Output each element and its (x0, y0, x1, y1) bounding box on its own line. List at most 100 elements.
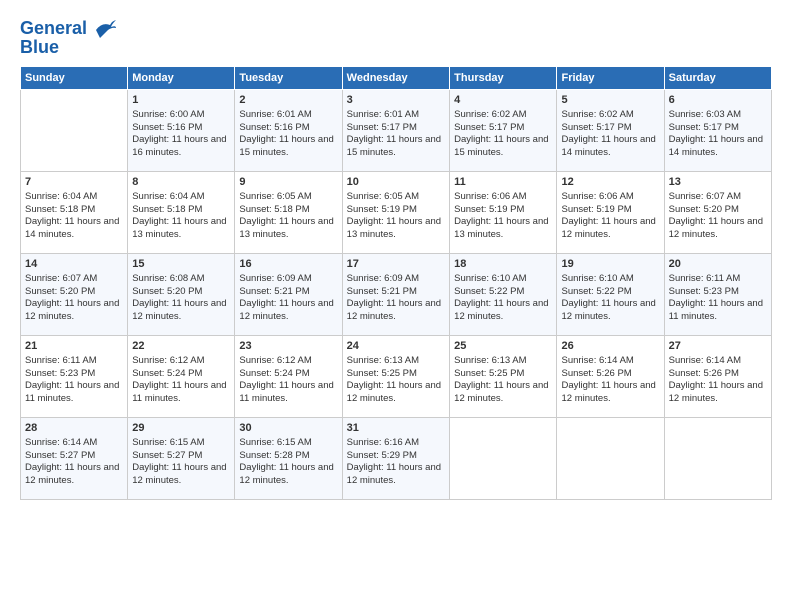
sunset: Sunset: 5:22 PM (561, 286, 631, 297)
calendar-cell: 29Sunrise: 6:15 AMSunset: 5:27 PMDayligh… (128, 418, 235, 500)
day-number: 4 (454, 93, 552, 108)
sunset: Sunset: 5:18 PM (239, 204, 309, 215)
sunrise: Sunrise: 6:14 AM (669, 355, 741, 366)
daylight: Daylight: 11 hours and 12 minutes. (561, 216, 655, 240)
daylight: Daylight: 11 hours and 12 minutes. (669, 216, 763, 240)
sunrise: Sunrise: 6:10 AM (561, 273, 633, 284)
day-number: 17 (347, 257, 445, 272)
sunrise: Sunrise: 6:02 AM (454, 109, 526, 120)
sunrise: Sunrise: 6:14 AM (561, 355, 633, 366)
calendar-cell: 7Sunrise: 6:04 AMSunset: 5:18 PMDaylight… (21, 172, 128, 254)
daylight: Daylight: 11 hours and 12 minutes. (454, 298, 548, 322)
calendar-cell: 2Sunrise: 6:01 AMSunset: 5:16 PMDaylight… (235, 90, 342, 172)
sunrise: Sunrise: 6:15 AM (132, 437, 204, 448)
daylight: Daylight: 11 hours and 12 minutes. (561, 380, 655, 404)
sunrise: Sunrise: 6:08 AM (132, 273, 204, 284)
daylight: Daylight: 11 hours and 12 minutes. (561, 298, 655, 322)
day-number: 15 (132, 257, 230, 272)
calendar-week-1: 1Sunrise: 6:00 AMSunset: 5:16 PMDaylight… (21, 90, 772, 172)
daylight: Daylight: 11 hours and 16 minutes. (132, 134, 226, 158)
sunrise: Sunrise: 6:03 AM (669, 109, 741, 120)
sunset: Sunset: 5:22 PM (454, 286, 524, 297)
calendar-cell: 26Sunrise: 6:14 AMSunset: 5:26 PMDayligh… (557, 336, 664, 418)
page-header: General Blue (20, 18, 772, 58)
calendar-cell: 11Sunrise: 6:06 AMSunset: 5:19 PMDayligh… (450, 172, 557, 254)
daylight: Daylight: 11 hours and 12 minutes. (132, 298, 226, 322)
calendar-cell: 24Sunrise: 6:13 AMSunset: 5:25 PMDayligh… (342, 336, 449, 418)
sunrise: Sunrise: 6:01 AM (347, 109, 419, 120)
sunrise: Sunrise: 6:10 AM (454, 273, 526, 284)
sunrise: Sunrise: 6:11 AM (669, 273, 741, 284)
calendar-cell: 13Sunrise: 6:07 AMSunset: 5:20 PMDayligh… (664, 172, 771, 254)
calendar-cell: 4Sunrise: 6:02 AMSunset: 5:17 PMDaylight… (450, 90, 557, 172)
calendar-week-2: 7Sunrise: 6:04 AMSunset: 5:18 PMDaylight… (21, 172, 772, 254)
day-number: 6 (669, 93, 767, 108)
calendar-header-row: SundayMondayTuesdayWednesdayThursdayFrid… (21, 67, 772, 90)
logo-blue: Blue (20, 37, 59, 58)
calendar-cell: 12Sunrise: 6:06 AMSunset: 5:19 PMDayligh… (557, 172, 664, 254)
day-number: 19 (561, 257, 659, 272)
sunrise: Sunrise: 6:12 AM (239, 355, 311, 366)
day-number: 27 (669, 339, 767, 354)
calendar-cell: 1Sunrise: 6:00 AMSunset: 5:16 PMDaylight… (128, 90, 235, 172)
daylight: Daylight: 11 hours and 12 minutes. (669, 380, 763, 404)
day-number: 7 (25, 175, 123, 190)
logo-text: General (20, 18, 116, 39)
sunset: Sunset: 5:16 PM (132, 122, 202, 133)
sunrise: Sunrise: 6:16 AM (347, 437, 419, 448)
daylight: Daylight: 11 hours and 13 minutes. (454, 216, 548, 240)
daylight: Daylight: 11 hours and 14 minutes. (25, 216, 119, 240)
sunset: Sunset: 5:19 PM (561, 204, 631, 215)
day-number: 21 (25, 339, 123, 354)
day-number: 3 (347, 93, 445, 108)
day-number: 9 (239, 175, 337, 190)
calendar-cell: 15Sunrise: 6:08 AM Sunset: 5:20 PMDayligh… (128, 254, 235, 336)
calendar-cell: 9Sunrise: 6:05 AMSunset: 5:18 PMDaylight… (235, 172, 342, 254)
daylight: Daylight: 11 hours and 12 minutes. (347, 462, 441, 486)
day-number: 10 (347, 175, 445, 190)
daylight: Daylight: 11 hours and 12 minutes. (25, 462, 119, 486)
day-number: 18 (454, 257, 552, 272)
sunrise: Sunrise: 6:05 AM (239, 191, 311, 202)
calendar-cell: 21Sunrise: 6:11 AMSunset: 5:23 PMDayligh… (21, 336, 128, 418)
sunrise: Sunrise: 6:05 AM (347, 191, 419, 202)
calendar-cell: 20Sunrise: 6:11 AMSunset: 5:23 PMDayligh… (664, 254, 771, 336)
weekday-header-saturday: Saturday (664, 67, 771, 90)
daylight: Daylight: 11 hours and 14 minutes. (561, 134, 655, 158)
weekday-header-tuesday: Tuesday (235, 67, 342, 90)
sunset: Sunset: 5:18 PM (132, 204, 202, 215)
sunset: Sunset: 5:26 PM (669, 368, 739, 379)
sunrise: Sunrise: 6:13 AM (347, 355, 419, 366)
sunrise: Sunrise: 6:15 AM (239, 437, 311, 448)
calendar-cell: 3Sunrise: 6:01 AMSunset: 5:17 PMDaylight… (342, 90, 449, 172)
day-number: 12 (561, 175, 659, 190)
calendar-cell (450, 418, 557, 500)
calendar-cell: 8Sunrise: 6:04 AMSunset: 5:18 PMDaylight… (128, 172, 235, 254)
weekday-header-thursday: Thursday (450, 67, 557, 90)
sunrise: Sunrise: 6:07 AM (25, 273, 97, 284)
sunset: Sunset: 5:20 PM (132, 286, 202, 297)
calendar-cell (21, 90, 128, 172)
sunset: Sunset: 5:17 PM (347, 122, 417, 133)
sunset: Sunset: 5:21 PM (347, 286, 417, 297)
sunset: Sunset: 5:16 PM (239, 122, 309, 133)
sunset: Sunset: 5:20 PM (669, 204, 739, 215)
day-number: 23 (239, 339, 337, 354)
sunset: Sunset: 5:27 PM (25, 450, 95, 461)
calendar-cell: 6Sunrise: 6:03 AMSunset: 5:17 PMDaylight… (664, 90, 771, 172)
day-number: 24 (347, 339, 445, 354)
calendar-cell (664, 418, 771, 500)
sunrise: Sunrise: 6:12 AM (132, 355, 204, 366)
calendar-cell: 28Sunrise: 6:14 AMSunset: 5:27 PMDayligh… (21, 418, 128, 500)
sunset: Sunset: 5:19 PM (347, 204, 417, 215)
bird-icon (94, 20, 116, 38)
sunset: Sunset: 5:24 PM (239, 368, 309, 379)
day-number: 26 (561, 339, 659, 354)
calendar-cell: 30Sunrise: 6:15 AMSunset: 5:28 PMDayligh… (235, 418, 342, 500)
sunset: Sunset: 5:21 PM (239, 286, 309, 297)
daylight: Daylight: 11 hours and 11 minutes. (132, 380, 226, 404)
calendar-week-5: 28Sunrise: 6:14 AMSunset: 5:27 PMDayligh… (21, 418, 772, 500)
sunset: Sunset: 5:24 PM (132, 368, 202, 379)
calendar-cell: 31Sunrise: 6:16 AMSunset: 5:29 PMDayligh… (342, 418, 449, 500)
logo: General Blue (20, 18, 116, 58)
